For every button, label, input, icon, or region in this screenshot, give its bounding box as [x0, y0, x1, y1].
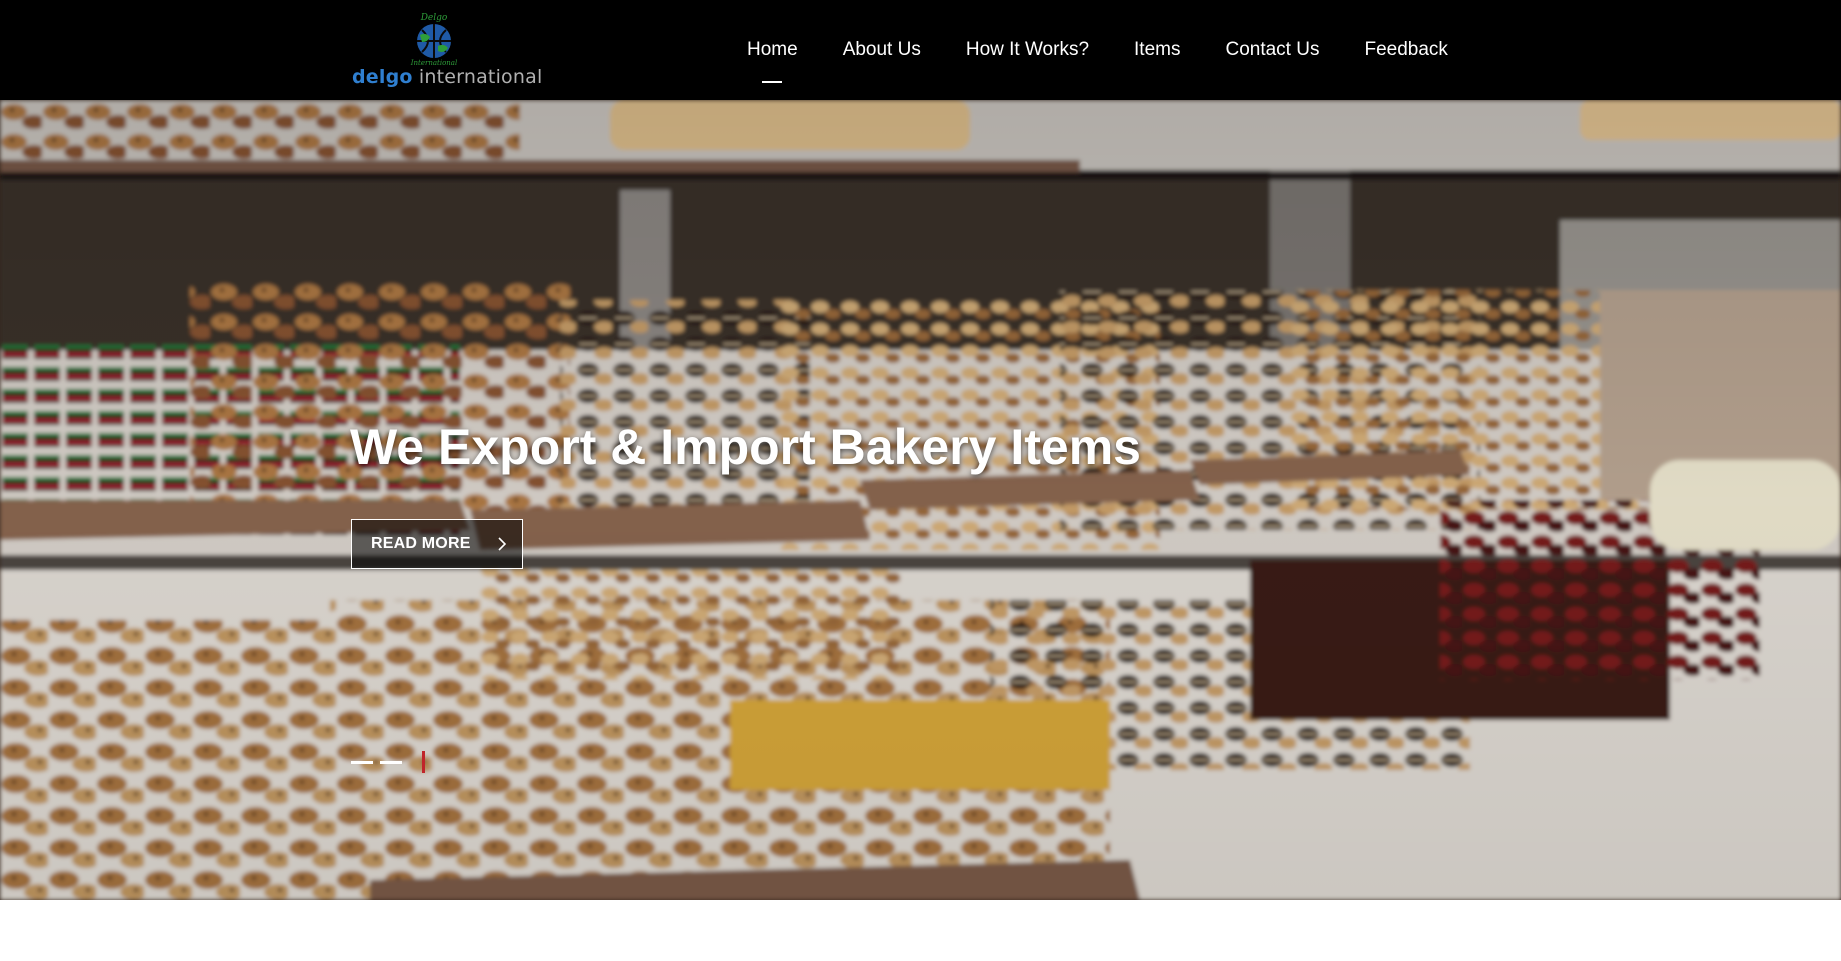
slide-indicator-3[interactable]: [422, 751, 425, 773]
logo-wordmark-delgo: delgo: [352, 66, 413, 88]
nav-item-items[interactable]: Items: [1134, 39, 1180, 61]
logo-wordmark: delgo international: [352, 66, 542, 88]
read-more-label: READ MORE: [371, 535, 471, 552]
read-more-button[interactable]: READ MORE: [351, 519, 523, 569]
nav-item-about-us[interactable]: About Us: [843, 39, 921, 61]
hero-title: We Export & Import Bakery Items: [350, 419, 1141, 475]
bakery-display-background-image: [0, 100, 1841, 900]
hero-slider: We Export & Import Bakery Items READ MOR…: [0, 100, 1841, 900]
slide-indicator-2[interactable]: [380, 761, 402, 764]
nav-item-contact-us[interactable]: Contact Us: [1225, 39, 1319, 61]
main-nav: Home About Us How It Works? Items Contac…: [747, 0, 1448, 100]
nav-item-home[interactable]: Home: [747, 39, 798, 61]
nav-item-how-it-works[interactable]: How It Works?: [966, 39, 1089, 61]
chevron-right-icon: [482, 520, 522, 568]
logo-arc-text: Delgo: [420, 13, 448, 23]
logo-wordmark-international: international: [418, 66, 543, 88]
brand-logo[interactable]: Delgo International delgo international: [350, 8, 542, 92]
slide-indicator-1[interactable]: [351, 761, 373, 764]
nav-item-feedback[interactable]: Feedback: [1364, 39, 1447, 61]
globe-logo-icon: Delgo International: [410, 13, 457, 67]
top-navbar: Delgo International delgo international …: [0, 0, 1841, 100]
